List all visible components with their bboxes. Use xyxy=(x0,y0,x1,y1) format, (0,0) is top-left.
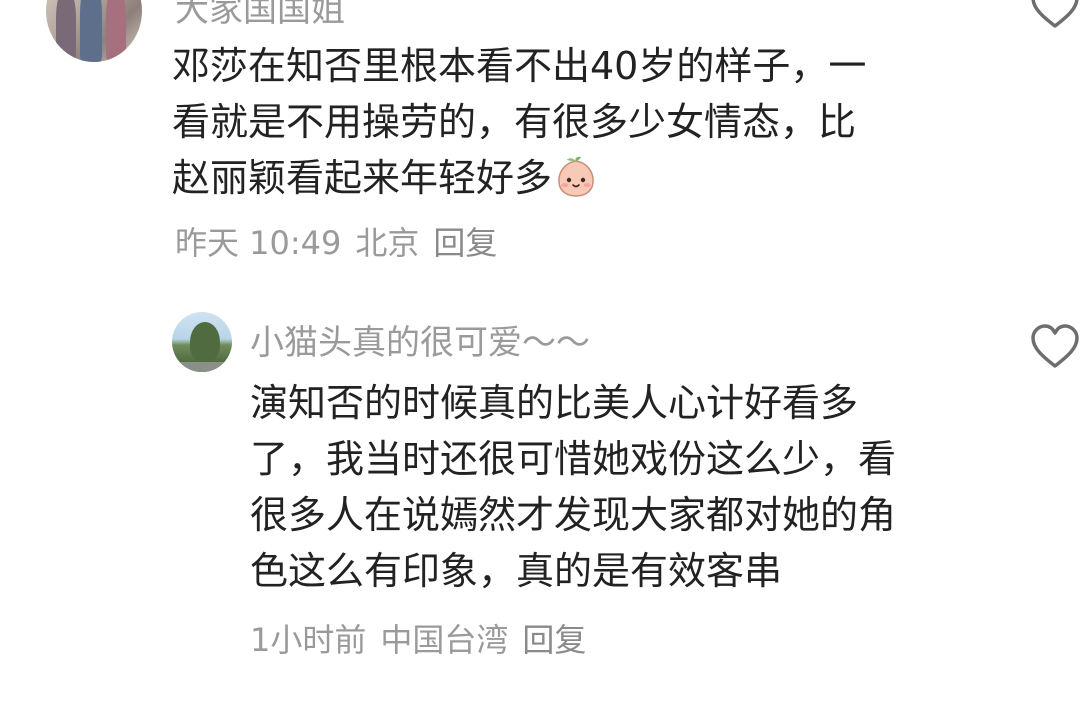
avatar-tree xyxy=(190,322,220,362)
avatar-figure xyxy=(106,0,126,60)
comment-time: 昨天 10:49 xyxy=(175,224,342,262)
comment-location: 北京 xyxy=(355,224,420,262)
avatar-figure xyxy=(56,0,76,60)
avatar[interactable] xyxy=(46,0,142,62)
avatar[interactable] xyxy=(172,312,232,372)
comment-text-line-content: 赵丽颖看起来年轻好多 xyxy=(172,156,553,200)
reply-button[interactable]: 回复 xyxy=(522,621,586,659)
comment-text-line: 很多人在说嫣然才发现大家都对她的角 xyxy=(250,493,897,537)
comment-username[interactable]: 大家国国姐 xyxy=(175,0,345,31)
heart-icon[interactable] xyxy=(1030,324,1080,370)
comment-username[interactable]: 小猫头真的很可爱～～ xyxy=(250,315,590,364)
comment-text-line: 色这么有印象，真的是有效客串 xyxy=(250,549,783,593)
comment-text-line: 看就是不用操劳的，有很多少女情态，比 xyxy=(172,100,857,144)
comment-text-line: 邓莎在知否里根本看不出40岁的样子，一 xyxy=(172,44,867,88)
comment-text: 邓莎在知否里根本看不出40岁的样子，一 看就是不用操劳的，有很多少女情态，比 赵… xyxy=(172,38,962,206)
heart-outline-icon xyxy=(1031,0,1079,28)
peach-face-emoji-icon xyxy=(554,155,598,199)
comment-time: 1小时前 xyxy=(250,621,367,659)
comment-text: 演知否的时候真的比美人心计好看多 了，我当时还很可惜她戏份这么少，看 很多人在说… xyxy=(250,375,1010,599)
comment-location: 中国台湾 xyxy=(380,621,509,659)
comment-meta: 1小时前 中国台湾 回复 xyxy=(250,615,600,661)
reply-button[interactable]: 回复 xyxy=(433,224,497,262)
comment-text-line: 赵丽颖看起来年轻好多 xyxy=(172,150,962,206)
avatar-figure xyxy=(80,0,102,62)
comment-text-line: 演知否的时候真的比美人心计好看多 xyxy=(250,381,859,425)
avatar-ground xyxy=(172,362,232,372)
comment-meta: 昨天 10:49 北京 回复 xyxy=(175,218,511,264)
comment-text-line: 了，我当时还很可惜她戏份这么少，看 xyxy=(250,437,897,481)
heart-icon[interactable] xyxy=(1030,0,1080,30)
heart-outline-icon xyxy=(1031,324,1079,368)
